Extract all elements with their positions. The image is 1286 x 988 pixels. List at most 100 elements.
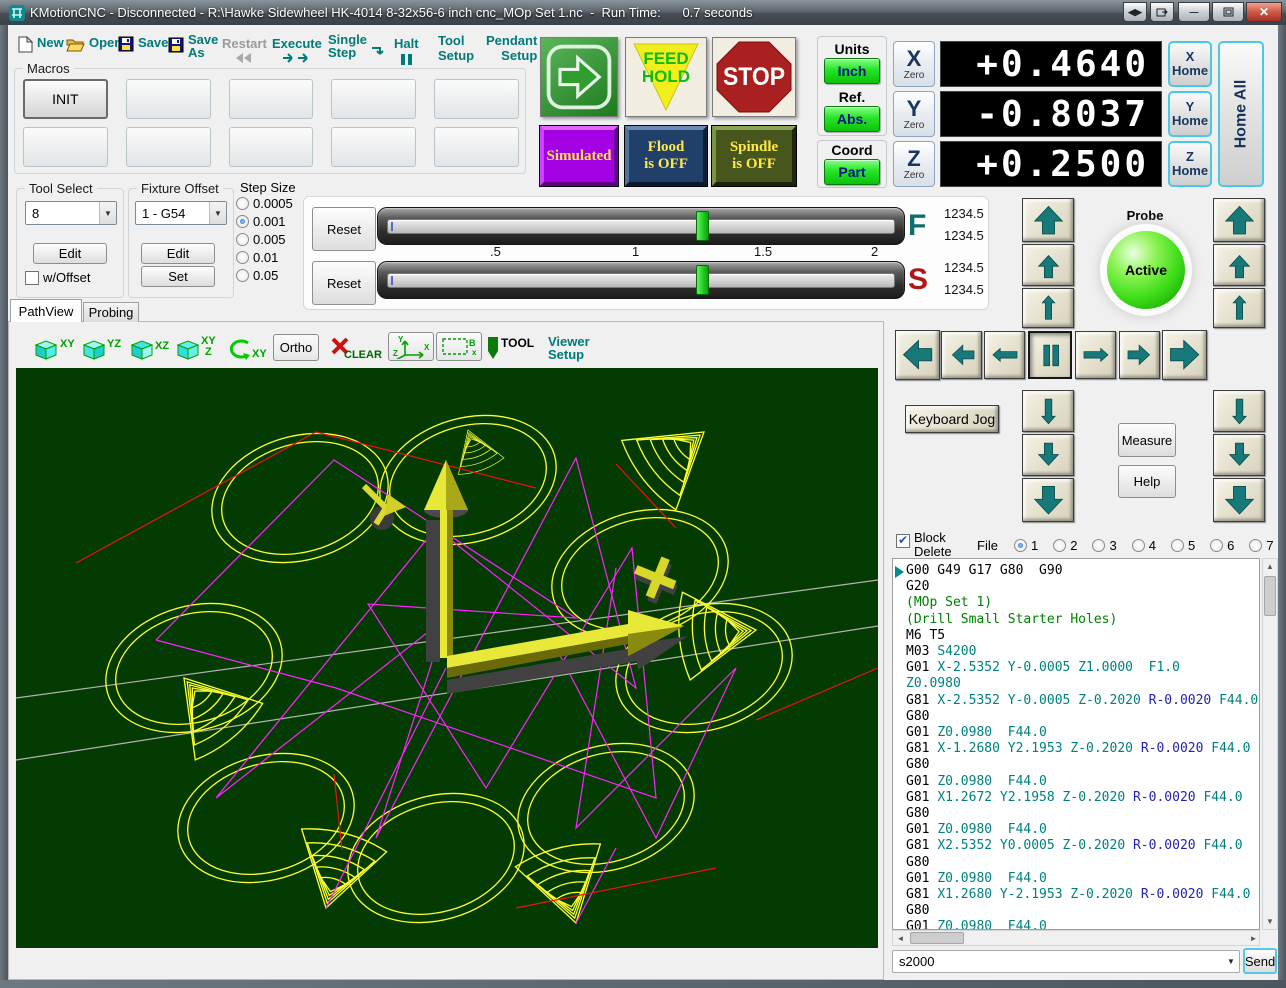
- units-button[interactable]: Inch: [824, 58, 880, 84]
- close-button[interactable]: ✕: [1246, 2, 1282, 22]
- halt-button[interactable]: Halt: [394, 36, 419, 68]
- y-home-button[interactable]: Y Home: [1168, 91, 1212, 137]
- y-zero-button[interactable]: YZero: [893, 91, 935, 137]
- ortho-button[interactable]: Ortho: [273, 334, 319, 361]
- macro-button-empty[interactable]: [434, 127, 519, 167]
- radio-icon[interactable]: [236, 269, 249, 282]
- gcode-hscrollbar[interactable]: ◄ ►: [892, 930, 1260, 946]
- feed-override-slider[interactable]: [377, 207, 905, 245]
- jog-x-minus-med[interactable]: [941, 331, 982, 379]
- jog-z-plus-fast[interactable]: [1213, 198, 1265, 242]
- radio-icon[interactable]: [1210, 539, 1223, 552]
- step-size-option-0.01[interactable]: 0.01: [236, 250, 293, 265]
- show-axes-button[interactable]: Y X Z: [388, 332, 434, 361]
- jog-x-minus-slow[interactable]: [984, 331, 1025, 379]
- jog-z-plus-med[interactable]: [1213, 244, 1265, 286]
- view-yz-icon[interactable]: [81, 338, 107, 361]
- scroll-left-icon[interactable]: ◄: [893, 931, 908, 945]
- radio-icon[interactable]: [236, 251, 249, 264]
- view-xy-icon[interactable]: [33, 338, 59, 361]
- step-size-option-0.001[interactable]: 0.001: [236, 214, 293, 229]
- macro-button-empty[interactable]: [331, 127, 416, 167]
- feed-slider-thumb[interactable]: [696, 211, 709, 241]
- view-xz-icon[interactable]: [129, 338, 155, 361]
- spindle-override-slider[interactable]: [377, 261, 905, 299]
- jog-y-plus-fast[interactable]: [1022, 198, 1074, 242]
- jog-y-plus-med[interactable]: [1022, 244, 1074, 286]
- step-size-option-0.005[interactable]: 0.005: [236, 232, 293, 247]
- jog-z-minus-med[interactable]: [1213, 434, 1265, 476]
- gcode-vscrollbar[interactable]: ▲ ▼: [1262, 558, 1278, 930]
- save-as-button[interactable]: Save As: [168, 33, 218, 59]
- minimize-button[interactable]: —: [1178, 2, 1210, 22]
- cycle-start-button[interactable]: [540, 37, 618, 117]
- radio-icon[interactable]: [236, 215, 249, 228]
- spindle-slider-thumb[interactable]: [696, 265, 709, 295]
- viewer-setup-button[interactable]: Viewer Setup: [548, 335, 590, 361]
- macro-button-empty[interactable]: [126, 127, 211, 167]
- scroll-up-icon[interactable]: ▲: [1263, 559, 1277, 574]
- fixture-offset-combo[interactable]: 1 - G54 ▼: [135, 201, 227, 225]
- jog-y-minus-slow[interactable]: [1022, 390, 1074, 432]
- radio-icon[interactable]: [1092, 539, 1105, 552]
- open-button[interactable]: Open: [66, 36, 122, 52]
- file-option-3[interactable]: 3: [1092, 538, 1116, 553]
- file-option-2[interactable]: 2: [1053, 538, 1077, 553]
- measure-button[interactable]: Measure: [1118, 423, 1176, 457]
- single-step-button[interactable]: Single Step: [328, 33, 385, 59]
- title-bar[interactable]: KMotionCNC - Disconnected - R:\Hawke Sid…: [0, 0, 1286, 25]
- ref-button[interactable]: Abs.: [824, 106, 880, 132]
- jog-pause[interactable]: [1028, 331, 1072, 379]
- fixture-set-button[interactable]: Set: [141, 266, 215, 287]
- jog-y-plus-slow[interactable]: [1022, 288, 1074, 328]
- macro-button-empty[interactable]: [126, 79, 211, 119]
- w-offset-row[interactable]: w/Offset: [25, 270, 90, 285]
- jog-z-plus-slow[interactable]: [1213, 288, 1265, 328]
- mdi-command-combo[interactable]: s2000 ▼: [892, 950, 1240, 973]
- execute-button[interactable]: Execute: [272, 36, 322, 63]
- macro-button-empty[interactable]: [229, 79, 314, 119]
- jog-z-minus-fast[interactable]: [1213, 478, 1265, 522]
- simulated-button[interactable]: Simulated: [540, 126, 618, 186]
- tool-setup-button[interactable]: Tool Setup: [438, 33, 474, 63]
- tab-pathview[interactable]: PathView: [10, 299, 82, 322]
- w-offset-checkbox[interactable]: [25, 271, 39, 285]
- jog-z-minus-slow[interactable]: [1213, 390, 1265, 432]
- file-option-5[interactable]: 5: [1171, 538, 1195, 553]
- stop-button[interactable]: STOP: [712, 37, 796, 117]
- file-option-1[interactable]: 1: [1014, 538, 1038, 553]
- block-delete-row[interactable]: Block Delete: [896, 531, 952, 559]
- jog-x-plus-med[interactable]: [1119, 331, 1160, 379]
- new-button[interactable]: New: [18, 36, 64, 53]
- keyboard-jog-button[interactable]: Keyboard Jog: [905, 405, 999, 433]
- send-button[interactable]: Send: [1243, 948, 1277, 974]
- radio-icon[interactable]: [1132, 539, 1145, 552]
- pendant-setup-button[interactable]: Pendant Setup: [486, 33, 537, 63]
- z-home-button[interactable]: Z Home: [1168, 141, 1212, 187]
- macro-button-empty[interactable]: [434, 79, 519, 119]
- aux-window-button-2[interactable]: [1150, 2, 1174, 22]
- home-all-button[interactable]: Home All: [1218, 41, 1264, 187]
- help-button[interactable]: Help: [1118, 465, 1176, 498]
- toolpath-viewport[interactable]: [16, 368, 878, 948]
- tab-probing[interactable]: Probing: [83, 302, 139, 322]
- fixture-edit-button[interactable]: Edit: [141, 243, 215, 264]
- view-xyz-icon[interactable]: [175, 338, 201, 361]
- coord-button[interactable]: Part: [824, 159, 880, 185]
- jog-x-plus-fast[interactable]: [1162, 330, 1207, 380]
- file-option-4[interactable]: 4: [1132, 538, 1156, 553]
- jog-y-minus-med[interactable]: [1022, 434, 1074, 476]
- scroll-right-icon[interactable]: ►: [1246, 931, 1261, 945]
- radio-icon[interactable]: [1171, 539, 1184, 552]
- save-button[interactable]: Save: [118, 36, 168, 52]
- jog-x-plus-slow[interactable]: [1075, 331, 1116, 379]
- tool-select-combo[interactable]: 8 ▼: [25, 201, 117, 225]
- spindle-button[interactable]: Spindle is OFF: [712, 126, 796, 186]
- scroll-down-icon[interactable]: ▼: [1263, 914, 1277, 929]
- vscroll-thumb[interactable]: [1264, 576, 1276, 616]
- jog-x-minus-fast[interactable]: [895, 330, 940, 380]
- show-bounds-button[interactable]: B x: [436, 332, 482, 361]
- macro-button-empty[interactable]: [229, 127, 314, 167]
- macro-button-init[interactable]: INIT: [23, 79, 108, 119]
- z-zero-button[interactable]: ZZero: [893, 141, 935, 187]
